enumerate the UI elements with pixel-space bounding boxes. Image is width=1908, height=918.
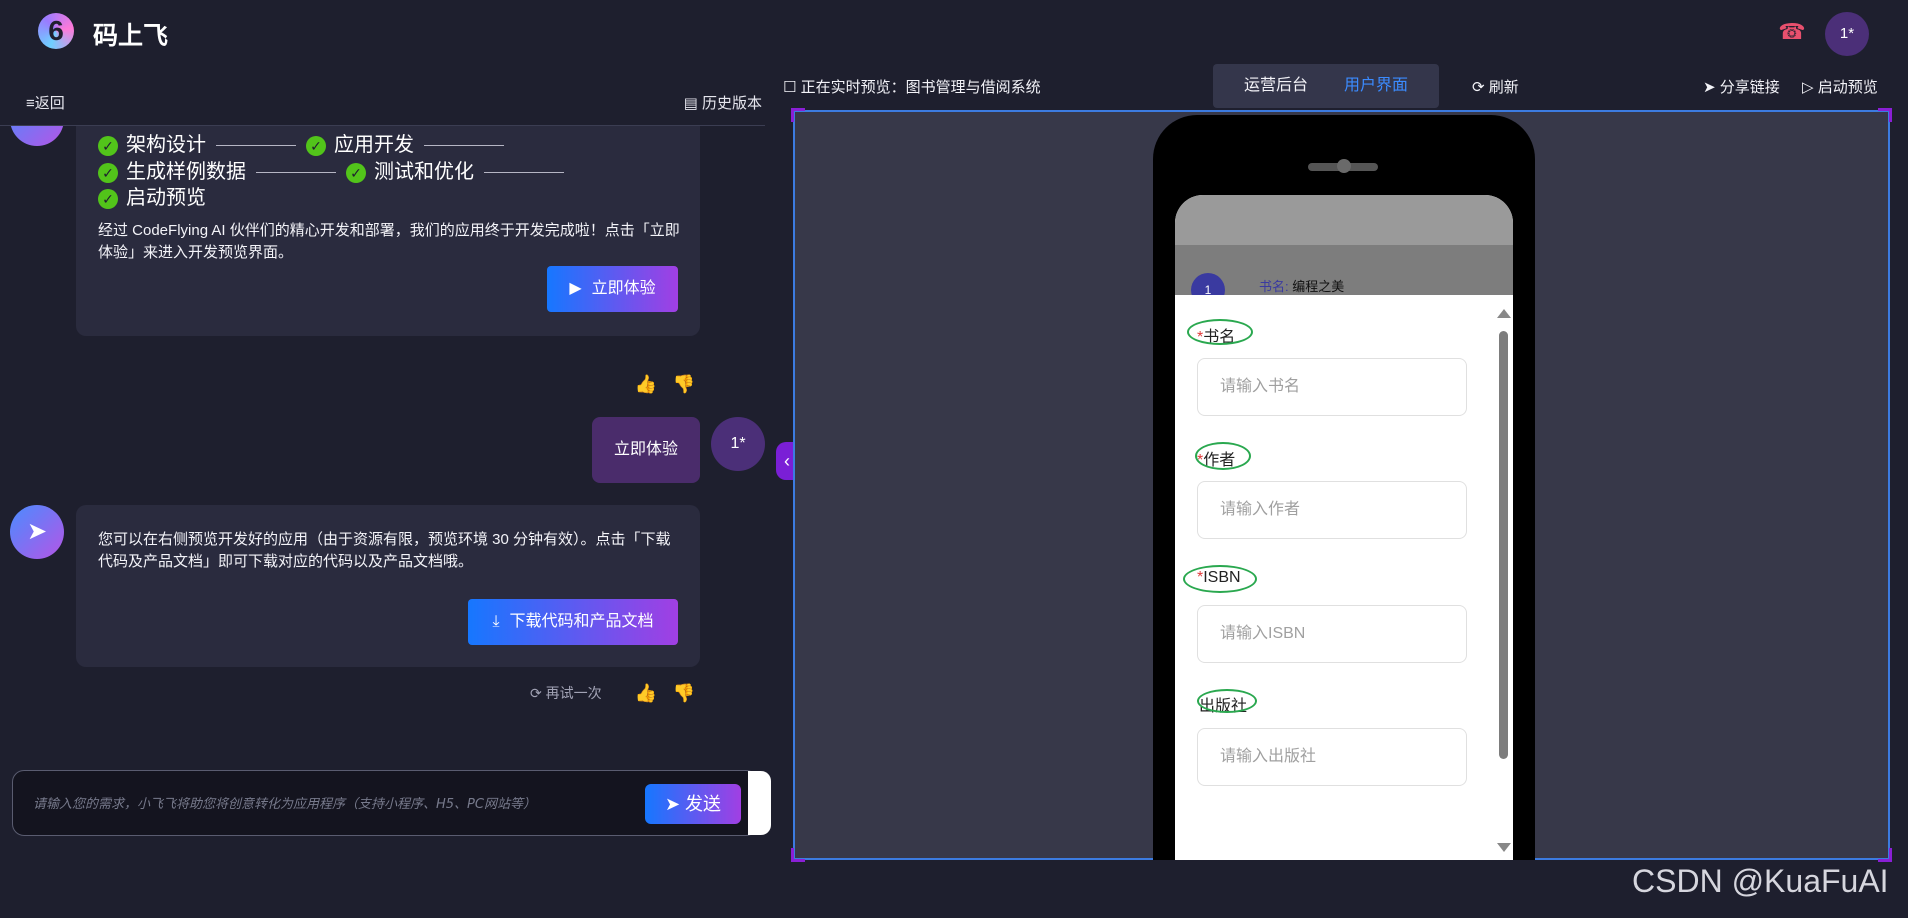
bot-message-bubble: 您可以在右侧预览开发好的应用（由于资源有限，预览环境 30 分钟有效）。点击「下… xyxy=(76,505,700,667)
refresh-icon: ⟳ xyxy=(1472,79,1485,96)
step-row: ✓ 启动预览 xyxy=(98,181,206,210)
check-icon: ✓ xyxy=(346,162,366,183)
back-button[interactable]: ≡返回 xyxy=(26,92,65,113)
user-avatar[interactable]: 1* xyxy=(1825,12,1869,56)
history-button[interactable]: ▤ 历史版本 xyxy=(684,92,762,113)
download-button[interactable]: ⤓ 下载代码和产品文档 xyxy=(468,599,678,645)
scroll-up-icon[interactable] xyxy=(1497,309,1511,318)
send-button[interactable]: ➤ 发送 xyxy=(645,784,741,824)
check-icon: ✓ xyxy=(306,135,326,156)
play-icon: ▷ xyxy=(1802,79,1814,96)
step-label: 应用开发 xyxy=(334,134,414,156)
highlight-circle xyxy=(1187,319,1253,345)
refresh-icon: ⟳ xyxy=(530,685,542,701)
bot-avatar: ➤ xyxy=(10,126,64,146)
user-message: 立即体验 xyxy=(592,417,700,483)
launch-label: 启动预览 xyxy=(1817,79,1878,96)
watermark: CSDN @KuaFuAI xyxy=(1632,863,1889,899)
history-icon: ▤ xyxy=(683,95,698,112)
step-row: ✓ 生成样例数据 ✓ 测试和优化 xyxy=(98,155,574,184)
resize-corner[interactable] xyxy=(791,108,805,122)
bot-avatar: ➤ xyxy=(10,505,64,559)
screen-header xyxy=(1175,195,1513,245)
app-title: 码上飞 xyxy=(93,22,169,50)
resize-corner[interactable] xyxy=(1878,108,1892,122)
share-icon: ➤ xyxy=(1703,79,1716,96)
share-label: 分享链接 xyxy=(1719,79,1780,96)
step-label: 架构设计 xyxy=(126,134,206,156)
isbn-input[interactable] xyxy=(1197,605,1467,663)
resize-corner[interactable] xyxy=(791,848,805,862)
check-icon: ✓ xyxy=(98,135,118,156)
preview-status: ☐ 正在实时预览：图书管理与借阅系统 xyxy=(783,76,1041,97)
refresh-label: 刷新 xyxy=(1488,79,1519,96)
retry-label: 再试一次 xyxy=(545,685,602,701)
step-connector xyxy=(256,172,336,174)
list-value: 编程之美 xyxy=(1292,279,1345,294)
step-connector xyxy=(484,172,564,174)
tab-user[interactable]: 用户界面 xyxy=(1344,64,1408,108)
chat-toolbar: ≡返回 ▤ 历史版本 xyxy=(0,78,765,126)
step-row: ✓ 架构设计 ✓ 应用开发 xyxy=(98,128,514,157)
step-label: 启动预览 xyxy=(126,187,206,209)
message-text: 经过 CodeFlying AI 伙伴们的精心开发和部署，我们的应用终于开发完成… xyxy=(98,222,680,261)
app-logo xyxy=(38,13,74,49)
check-icon: ✓ xyxy=(98,188,118,209)
launch-preview-button[interactable]: ▷ 启动预览 xyxy=(1802,76,1878,97)
add-book-form: *书名 *作者 *ISBN 出版社 xyxy=(1175,295,1513,860)
history-label: 历史版本 xyxy=(701,95,762,112)
thumbs-down-icon[interactable]: 👎 xyxy=(672,372,696,396)
preview-status-label: 正在实时预览：图书管理与借阅系统 xyxy=(800,79,1041,96)
app-header: 码上飞 ☎ 1* xyxy=(0,0,1908,62)
composer: ➤ 发送 xyxy=(12,770,771,836)
preview-icon: ☐ xyxy=(783,79,797,96)
step-connector xyxy=(424,145,504,147)
form-scrollbar[interactable] xyxy=(1495,305,1511,855)
headset-icon[interactable]: ☎ xyxy=(1778,18,1806,46)
title-input[interactable] xyxy=(1197,358,1467,416)
step-label: 生成样例数据 xyxy=(126,161,246,183)
book-list-item: 1 书名: 编程之美 xyxy=(1175,245,1513,307)
phone-camera xyxy=(1337,159,1351,173)
step-connector xyxy=(216,145,296,147)
phone-mockup: 1 书名: 编程之美 *书名 *作者 xyxy=(1153,115,1535,860)
check-icon: ✓ xyxy=(98,162,118,183)
step-label: 测试和优化 xyxy=(374,161,474,183)
resize-corner[interactable] xyxy=(1878,848,1892,862)
thumbs-up-icon[interactable]: 👍 xyxy=(634,372,658,396)
publisher-input[interactable] xyxy=(1197,728,1467,786)
highlight-circle xyxy=(1197,689,1257,713)
prompt-input[interactable] xyxy=(33,793,573,833)
thumbs-up-icon[interactable]: 👍 xyxy=(634,681,658,705)
input-scrollbar[interactable] xyxy=(748,771,771,835)
play-icon: ▶ xyxy=(569,280,582,297)
send-icon: ➤ xyxy=(664,794,681,814)
preview-frame: 1 书名: 编程之美 *书名 *作者 xyxy=(791,108,1892,862)
view-tabs: 运营后台 用户界面 xyxy=(1213,64,1439,108)
share-button[interactable]: ➤ 分享链接 xyxy=(1703,76,1780,97)
chat-area: ➤ ✓ 架构设计 ✓ 应用开发 ✓ 生成样例数据 ✓ 测试和优化 ✓ 启动预览 经过 Code… xyxy=(0,126,765,726)
thumbs-down-icon[interactable]: 👎 xyxy=(672,681,696,705)
refresh-button[interactable]: ⟳ 刷新 xyxy=(1472,76,1519,97)
author-input[interactable] xyxy=(1197,481,1467,539)
list-title: 书名: 编程之美 xyxy=(1259,276,1344,295)
highlight-circle xyxy=(1183,565,1257,593)
send-label: 发送 xyxy=(685,794,722,814)
phone-screen: 1 书名: 编程之美 *书名 *作者 xyxy=(1175,195,1513,860)
try-now-label: 立即体验 xyxy=(591,280,656,297)
bot-message-bubble: ✓ 架构设计 ✓ 应用开发 ✓ 生成样例数据 ✓ 测试和优化 ✓ 启动预览 经过 CodeFl… xyxy=(76,126,700,336)
scroll-down-icon[interactable] xyxy=(1497,843,1511,852)
message-text: 您可以在右侧预览开发好的应用（由于资源有限，预览环境 30 分钟有效）。点击「下… xyxy=(98,531,671,570)
user-avatar: 1* xyxy=(711,417,765,471)
try-now-button[interactable]: ▶ 立即体验 xyxy=(547,266,678,312)
highlight-circle xyxy=(1195,442,1251,470)
list-key: 书名: xyxy=(1259,279,1289,294)
retry-button[interactable]: ⟳ 再试一次 xyxy=(530,683,602,703)
download-label: 下载代码和产品文档 xyxy=(509,613,654,630)
download-icon: ⤓ xyxy=(492,613,500,630)
scroll-thumb[interactable] xyxy=(1499,331,1508,759)
tab-admin[interactable]: 运营后台 xyxy=(1244,64,1308,108)
